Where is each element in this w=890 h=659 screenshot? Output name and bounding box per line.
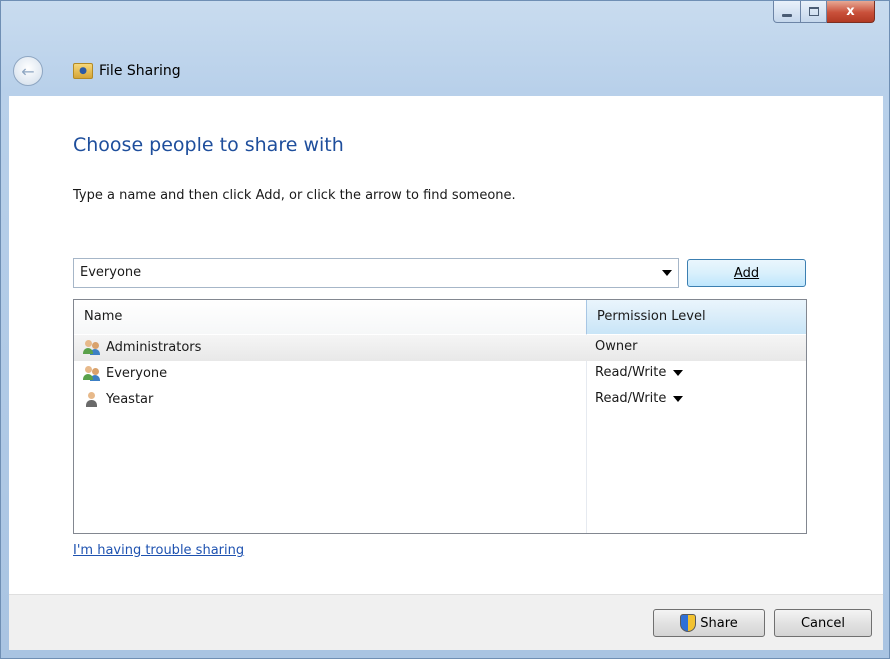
row-permission: Read/Write (595, 391, 667, 406)
sharing-list[interactable]: Name Permission Level Administrators Own… (73, 299, 807, 534)
window-title: File Sharing (99, 63, 181, 79)
dropdown-arrow-icon[interactable] (673, 395, 684, 402)
row-permission: Read/Write (595, 365, 667, 380)
column-header-permission-level[interactable]: Permission Level (586, 300, 806, 334)
minimize-icon (782, 14, 792, 17)
back-arrow-icon: ← (21, 61, 35, 81)
close-icon: x (846, 4, 855, 19)
name-combobox-value[interactable]: Everyone (80, 265, 141, 280)
file-sharing-icon: ● (73, 63, 93, 79)
permission-dropdown[interactable]: Read/Write (595, 365, 684, 380)
dropdown-arrow-icon[interactable] (662, 270, 672, 276)
list-header: Name Permission Level (74, 300, 806, 334)
list-row-administrators[interactable]: Administrators Owner (74, 335, 806, 361)
caption-buttons: x (773, 1, 875, 23)
user-icon (84, 391, 102, 407)
group-users-icon (83, 365, 102, 381)
add-button[interactable]: Add (687, 259, 806, 287)
permission-cell: Owner (595, 339, 637, 354)
row-permission: Owner (595, 339, 638, 354)
close-button[interactable]: x (827, 1, 875, 23)
column-header-name[interactable]: Name (74, 300, 586, 334)
share-button-label: Share (700, 615, 738, 631)
dialog-footer: Share Cancel (9, 594, 883, 650)
group-users-icon (83, 339, 102, 355)
share-button[interactable]: Share (653, 609, 765, 637)
row-name: Everyone (106, 365, 168, 381)
row-name: Yeastar (106, 391, 154, 407)
uac-shield-icon (680, 614, 697, 632)
title-bar: x (1, 1, 889, 41)
row-name: Administrators (106, 339, 202, 355)
navigation-bar: ← ● File Sharing (1, 51, 889, 91)
permission-dropdown[interactable]: Read/Write (595, 391, 684, 406)
minimize-button[interactable] (773, 1, 801, 23)
name-cell: Yeastar (84, 391, 153, 407)
maximize-icon (808, 7, 819, 16)
instructions-text: Type a name and then click Add, or click… (73, 188, 516, 203)
name-cell: Administrators (83, 339, 202, 355)
page-heading: Choose people to share with (73, 134, 344, 156)
main-content: Choose people to share with Type a name … (9, 96, 883, 594)
name-cell: Everyone (83, 365, 168, 381)
trouble-sharing-link[interactable]: I'm having trouble sharing (73, 543, 244, 558)
cancel-button[interactable]: Cancel (774, 609, 872, 637)
name-combobox[interactable]: Everyone (73, 258, 679, 288)
back-button[interactable]: ← (13, 56, 43, 86)
file-sharing-window: x ← ● File Sharing Choose people to shar… (0, 0, 890, 659)
add-button-label: Add (733, 265, 760, 281)
list-row-everyone[interactable]: Everyone Read/Write (74, 361, 806, 387)
dropdown-arrow-icon[interactable] (673, 369, 684, 376)
maximize-button[interactable] (801, 1, 827, 23)
list-row-yeastar[interactable]: Yeastar Read/Write (74, 387, 806, 413)
cancel-button-label: Cancel (800, 615, 846, 631)
